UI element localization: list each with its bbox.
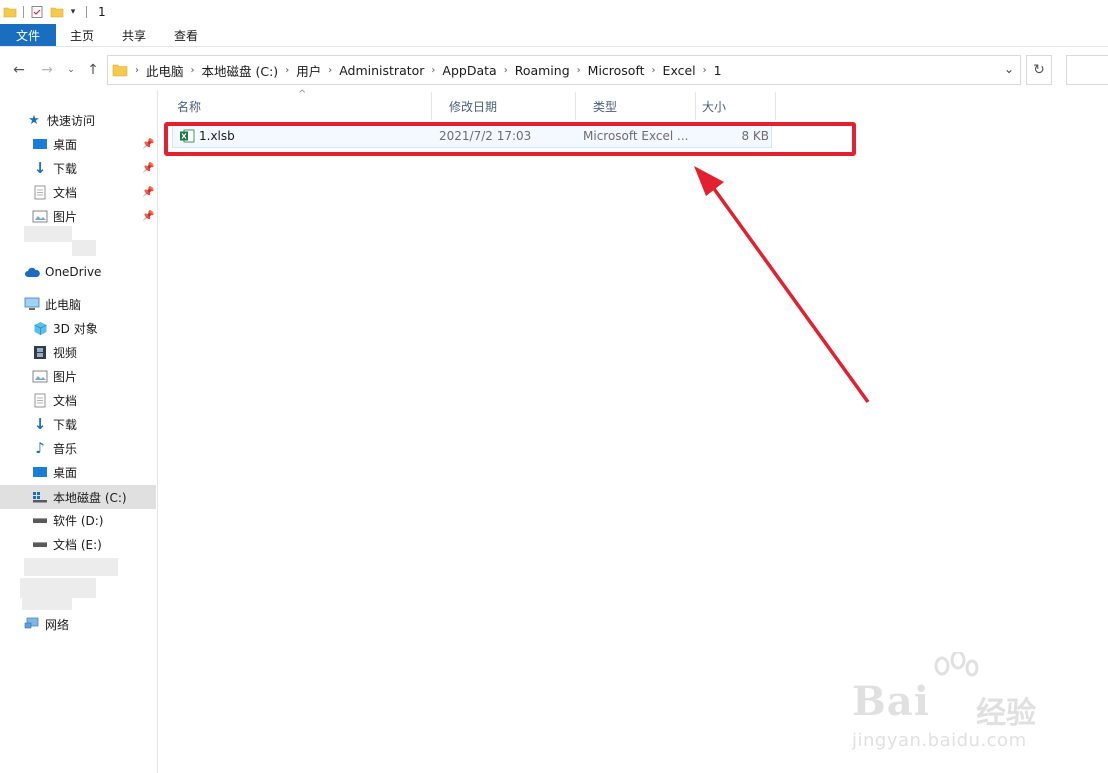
watermark-url: jingyan.baidu.com [852, 730, 1027, 751]
watermark-brand: Bai [852, 678, 930, 725]
paw-logo-icon [934, 652, 979, 677]
watermark-suffix: 经验 [976, 696, 1036, 731]
watermark: Bai 经验 jingyan.baidu.com [846, 650, 1086, 760]
